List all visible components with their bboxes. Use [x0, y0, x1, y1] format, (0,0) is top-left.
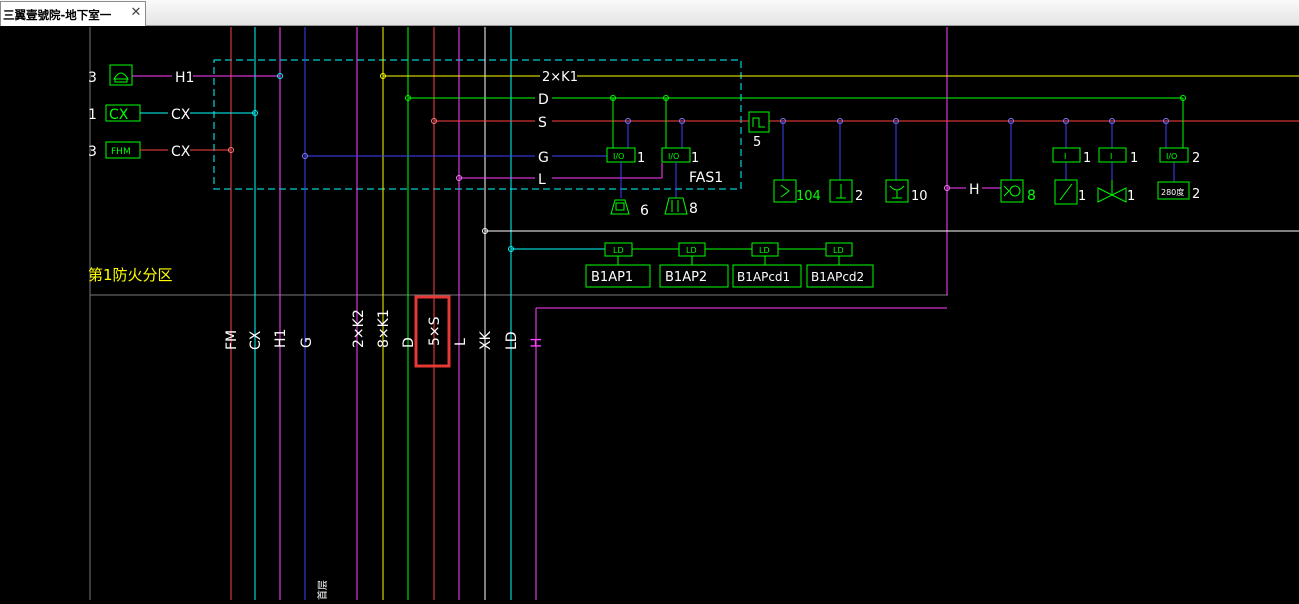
fire-damper-count: 2 [1192, 187, 1200, 202]
signal-valve-icon [1097, 180, 1127, 203]
legend-bus: CX [171, 107, 191, 123]
svg-text:FM: FM [224, 330, 240, 350]
svg-text:LD: LD [504, 331, 520, 350]
io-module-label: I/O [668, 152, 679, 161]
io-module-label: I/O [1166, 152, 1177, 161]
panel-label: B1APcd1 [737, 270, 790, 284]
sprinkler-count: 10 [911, 189, 928, 204]
panel-label: B1APcd2 [811, 270, 864, 284]
svg-text:8×K1: 8×K1 [376, 309, 392, 348]
loop-box-icon [748, 111, 770, 133]
close-icon[interactable]: ✕ [128, 5, 144, 21]
bus-label-l: L [538, 172, 546, 188]
hydrant-button-icon [664, 197, 688, 215]
legend-count: 3 [88, 144, 97, 160]
panel-label: B1AP2 [665, 270, 707, 285]
svg-text:LD: LD [833, 246, 844, 255]
svg-text:H: H [529, 337, 545, 348]
manual-alarm-count: 6 [640, 203, 649, 219]
panel-label: B1AP1 [591, 270, 633, 285]
io-module-count: 2 [1192, 151, 1200, 166]
legend-box-label: FHM [111, 147, 131, 157]
hydrant-count: 8 [689, 201, 698, 217]
signal-valve-count: 1 [1127, 189, 1135, 204]
fire-zone-label: 第1防火分区 [88, 266, 173, 284]
svg-text:2×K2: 2×K2 [351, 309, 367, 348]
svg-text:CX: CX [248, 330, 264, 350]
cad-drawing[interactable]: 3 H1 1 CX CX 3 FHM CX 2×K1 D S G L I/O 1… [0, 26, 1299, 600]
fas-label: FAS1 [689, 170, 723, 186]
bus-label-s: S [538, 115, 547, 131]
document-tab[interactable]: 三翼壹號院-地下室一 ✕ [0, 1, 146, 26]
legend-box-label: CX [109, 107, 129, 123]
drawing-canvas[interactable]: 3 H1 1 CX CX 3 FHM CX 2×K1 D S G L I/O 1… [0, 26, 1299, 600]
svg-text:LD: LD [686, 246, 697, 255]
smoke-detector-count: 104 [796, 189, 821, 204]
loop-box-count: 5 [753, 135, 761, 150]
legend-bus: CX [171, 144, 191, 160]
bus-lines [305, 75, 1299, 250]
legend-count: 3 [88, 70, 97, 86]
io-module-label: I/O [613, 152, 624, 161]
ld-panels: LD B1AP1 LD B1AP2 LD B1APcd1 LD B1APcd2 [585, 242, 874, 288]
bus-labels: 2×K1 D S G L [538, 70, 578, 188]
input-module-count: 1 [1083, 151, 1091, 166]
bottom-label: 首层 [316, 580, 329, 600]
manual-alarm-icon [610, 199, 630, 215]
svg-text:LD: LD [759, 246, 770, 255]
svg-text:XK: XK [478, 330, 494, 350]
bus-label-d: D [538, 92, 549, 108]
bus-label-k1: 2×K1 [542, 70, 578, 85]
trunk-labels: FM CX H1 G 2×K2 8×K1 D 5×S L XK LD H [224, 309, 545, 350]
document-tab-bar: 三翼壹號院-地下室一 ✕ [0, 0, 1299, 26]
tab-title: 三翼壹號院-地下室一 [3, 8, 112, 22]
device-drops [782, 98, 1184, 182]
svg-text:H1: H1 [273, 329, 289, 348]
io-module-count: 1 [691, 151, 699, 166]
fire-damper-label: 280度 [1161, 187, 1184, 197]
legend-bus: H1 [175, 70, 194, 86]
input-module-label: I [1064, 152, 1066, 161]
sprinkler-flow-icon [885, 179, 909, 203]
legend-count: 1 [88, 107, 97, 123]
alarm-bell-count: 8 [1027, 188, 1036, 204]
heat-detector-icon [829, 179, 853, 203]
alarm-bell-icon [1000, 179, 1024, 203]
input-module-count: 1 [1130, 151, 1138, 166]
input-module-label: I [1110, 152, 1112, 161]
bus-label-g: G [538, 150, 549, 166]
io-module-1: I/O 1 [606, 98, 645, 198]
svg-text:LD: LD [613, 246, 624, 255]
heat-detector-count: 2 [855, 189, 863, 204]
smoke-detector-icon [773, 179, 797, 203]
telephone-icon [113, 72, 129, 83]
flow-switch-count: 1 [1078, 189, 1086, 204]
left-legend: 3 H1 1 CX CX 3 FHM CX [88, 64, 280, 160]
svg-text:G: G [299, 337, 315, 348]
flow-switch-icon [1054, 179, 1078, 205]
svg-text:L: L [453, 338, 469, 346]
svg-text:5×S: 5×S [427, 316, 443, 346]
io-module-count: 1 [637, 151, 645, 166]
alarm-bell-prefix: H [969, 182, 980, 198]
junction-dots [228, 73, 1186, 252]
